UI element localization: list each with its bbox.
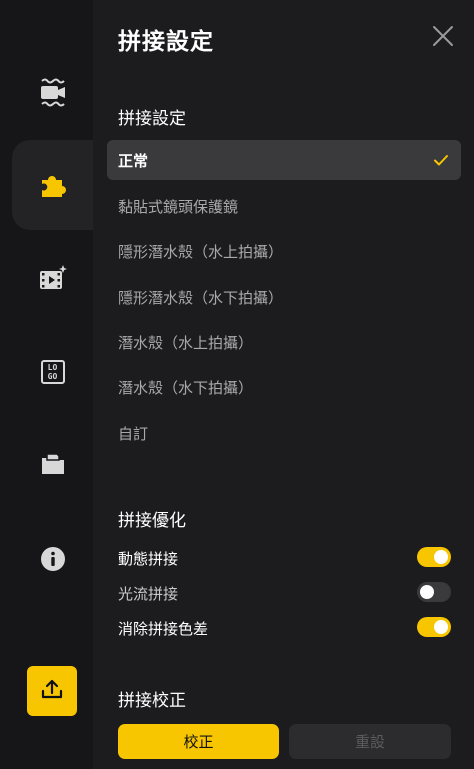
toggle-label: 消除拼接色差 bbox=[118, 619, 209, 638]
check-icon bbox=[433, 152, 449, 172]
sidebar-item-files[interactable] bbox=[12, 420, 93, 510]
option-label: 隱形潛水殼（水上拍攝） bbox=[118, 242, 284, 261]
stitch-settings-panel: 拼接設定 拼接設定 正常 黏貼式鏡頭保護鏡 隱形潛水殼（水上拍攝） 隱形潛水殼（… bbox=[93, 0, 474, 769]
sidebar: LO GO bbox=[0, 0, 93, 769]
stitch-settings-heading: 拼接設定 bbox=[118, 109, 186, 129]
option-normal[interactable]: 正常 bbox=[107, 140, 461, 180]
reset-button[interactable]: 重設 bbox=[289, 724, 451, 759]
logo-text-bottom: GO bbox=[47, 372, 58, 381]
optical-flow-toggle[interactable] bbox=[417, 582, 451, 602]
option-dive-case-above[interactable]: 潛水殼（水上拍攝） bbox=[107, 322, 461, 362]
toggle-knob bbox=[434, 620, 448, 634]
sidebar-item-logo[interactable]: LO GO bbox=[12, 327, 93, 417]
sidebar-item-stitch[interactable] bbox=[12, 140, 93, 230]
sidebar-item-video-effects[interactable] bbox=[12, 233, 93, 323]
upload-button[interactable] bbox=[27, 666, 77, 716]
logo-text-top: LO bbox=[47, 363, 58, 372]
toggle-row-color-correction: 消除拼接色差 bbox=[118, 615, 451, 641]
option-label: 隱形潛水殼（水下拍攝） bbox=[118, 288, 284, 307]
close-icon bbox=[431, 26, 455, 52]
option-custom[interactable]: 自訂 bbox=[107, 413, 461, 453]
toggle-row-optical-flow: 光流拼接 bbox=[118, 580, 451, 606]
color-correction-toggle[interactable] bbox=[417, 617, 451, 637]
option-invisible-dive-case-under[interactable]: 隱形潛水殼（水下拍攝） bbox=[107, 277, 461, 317]
toggle-knob bbox=[434, 550, 448, 564]
logo-icon: LO GO bbox=[40, 360, 65, 384]
toggle-label: 動態拼接 bbox=[118, 549, 179, 568]
option-label: 黏貼式鏡頭保護鏡 bbox=[118, 197, 239, 216]
stitch-optimize-heading: 拼接優化 bbox=[118, 511, 186, 531]
info-icon bbox=[40, 546, 66, 572]
folder-icon bbox=[40, 453, 66, 477]
option-invisible-dive-case-above[interactable]: 隱形潛水殼（水上拍攝） bbox=[107, 231, 461, 271]
panel-title: 拼接設定 bbox=[118, 29, 214, 55]
option-label: 自訂 bbox=[118, 424, 149, 443]
option-label: 正常 bbox=[118, 151, 149, 170]
sidebar-item-info[interactable] bbox=[12, 514, 93, 604]
option-lens-guard[interactable]: 黏貼式鏡頭保護鏡 bbox=[107, 186, 461, 226]
sidebar-item-underwater[interactable] bbox=[12, 47, 93, 137]
option-label: 潛水殼（水下拍攝） bbox=[118, 378, 254, 397]
stitch-calibrate-heading: 拼接校正 bbox=[118, 691, 186, 711]
toggle-label: 光流拼接 bbox=[118, 584, 179, 603]
toggle-row-dynamic-stitch: 動態拼接 bbox=[118, 545, 451, 571]
puzzle-piece-icon bbox=[39, 171, 67, 199]
option-label: 潛水殼（水上拍攝） bbox=[118, 333, 254, 352]
dynamic-stitch-toggle[interactable] bbox=[417, 547, 451, 567]
video-effects-icon bbox=[39, 265, 67, 291]
calibrate-button[interactable]: 校正 bbox=[118, 724, 279, 759]
toggle-knob bbox=[420, 585, 434, 599]
underwater-camera-icon bbox=[40, 77, 66, 107]
upload-icon bbox=[40, 677, 64, 705]
close-button[interactable] bbox=[431, 24, 455, 48]
option-dive-case-under[interactable]: 潛水殼（水下拍攝） bbox=[107, 367, 461, 407]
